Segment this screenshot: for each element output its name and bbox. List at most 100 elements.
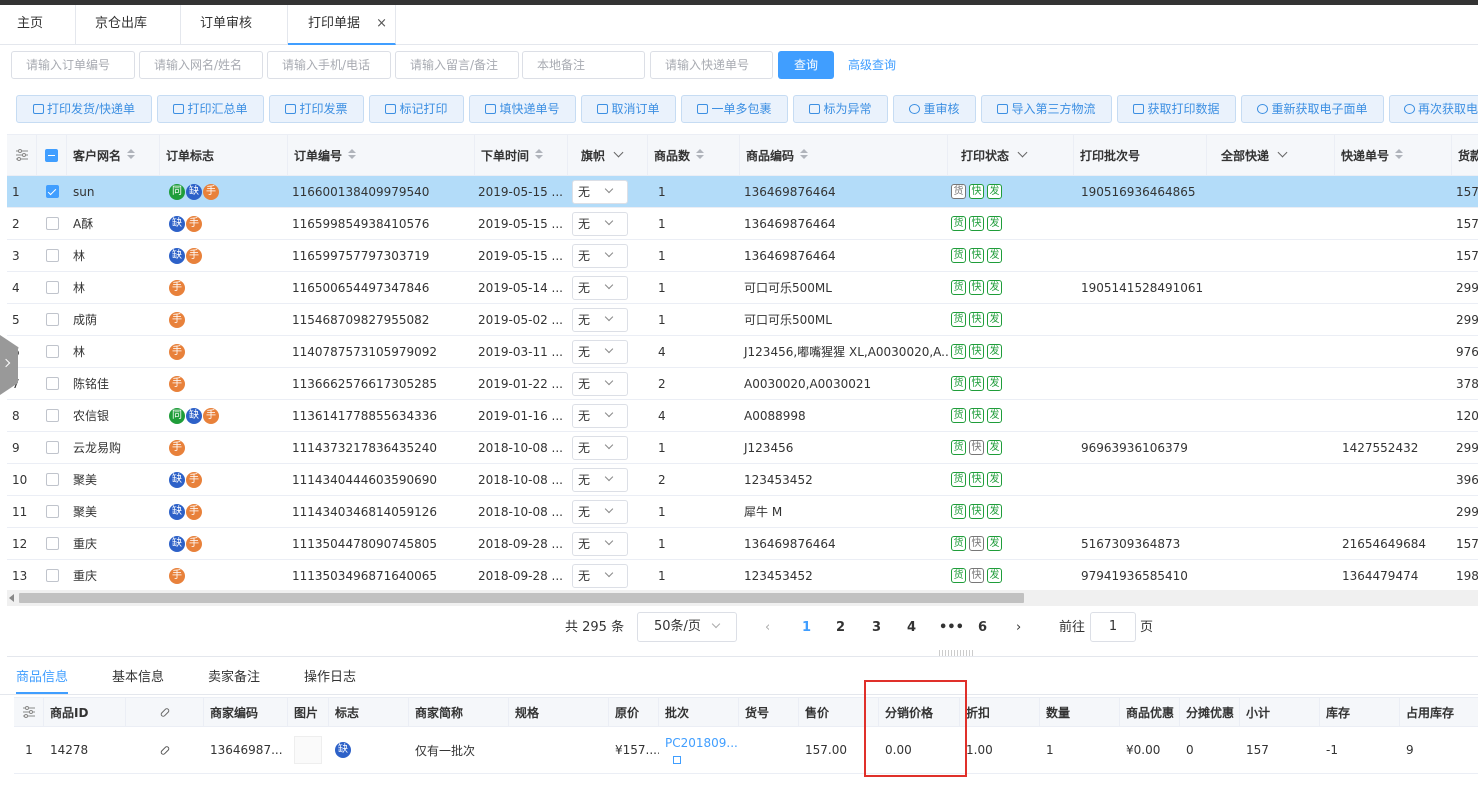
reget-waybill-button[interactable]: 重新获取电子面单 bbox=[1241, 95, 1384, 123]
external-link-icon[interactable] bbox=[673, 756, 681, 764]
table-row[interactable]: 11 聚美 缺手 111434034681405912​6 2018-10-08 ...… bbox=[7, 496, 1478, 528]
horizontal-scrollbar[interactable] bbox=[7, 590, 1478, 606]
col-code[interactable]: 商品编码 bbox=[740, 135, 948, 175]
select-all-checkbox[interactable] bbox=[37, 135, 67, 175]
advanced-query-link[interactable]: 高级查询 bbox=[842, 51, 902, 79]
close-icon[interactable]: × bbox=[376, 5, 387, 43]
col-banner[interactable]: 旗帜 bbox=[568, 135, 648, 175]
row-checkbox[interactable] bbox=[45, 473, 59, 486]
query-button[interactable]: 查询 bbox=[778, 51, 834, 79]
batch-link[interactable]: PC201809... bbox=[665, 736, 738, 750]
goto-page-input[interactable]: 1 bbox=[1090, 612, 1136, 642]
page-1[interactable]: 1 bbox=[802, 612, 811, 644]
column-settings-icon[interactable] bbox=[7, 135, 37, 175]
tab-home[interactable]: 主页 bbox=[0, 5, 76, 45]
tab-print-docs[interactable]: 打印单据 × bbox=[288, 5, 396, 45]
col-express-no[interactable]: 快递单号 bbox=[1335, 135, 1452, 175]
cancel-order-button[interactable]: 取消订单 bbox=[581, 95, 676, 123]
page-2[interactable]: 2 bbox=[836, 612, 845, 644]
banner-select[interactable]: 无 bbox=[572, 499, 628, 524]
fill-express-no-button[interactable]: 填快递单号 bbox=[469, 95, 576, 123]
scrollbar-thumb[interactable] bbox=[19, 593, 1024, 603]
row-checkbox[interactable] bbox=[45, 537, 59, 550]
sort-icon[interactable] bbox=[535, 149, 544, 159]
row-checkbox[interactable] bbox=[45, 345, 59, 358]
col-express[interactable]: 全部快递 bbox=[1207, 135, 1335, 175]
col-time[interactable]: 下单时间 bbox=[475, 135, 568, 175]
row-checkbox[interactable] bbox=[45, 409, 59, 422]
banner-select[interactable]: 无 bbox=[572, 467, 628, 492]
panel-divider[interactable] bbox=[7, 650, 1478, 657]
get-print-data-button[interactable]: 获取打印数据 bbox=[1117, 95, 1236, 123]
row-checkbox[interactable] bbox=[45, 441, 59, 454]
product-thumbnail[interactable] bbox=[288, 727, 329, 773]
local-remark-input[interactable]: 本地备注 bbox=[522, 51, 645, 79]
col-qty[interactable]: 商品数 bbox=[648, 135, 740, 175]
table-row[interactable]: 6林手114078757310597909​22019-03-11 ...无4J… bbox=[7, 336, 1478, 368]
sort-icon[interactable] bbox=[696, 149, 705, 159]
phone-input[interactable]: 请输入手机/电话 bbox=[267, 51, 391, 79]
chevron-down-icon[interactable] bbox=[1017, 147, 1028, 157]
page-ellipsis[interactable]: ••• bbox=[939, 612, 964, 644]
column-settings-icon[interactable] bbox=[14, 698, 44, 726]
banner-select[interactable]: 无 bbox=[572, 531, 628, 556]
page-6[interactable]: 6 bbox=[978, 612, 987, 644]
next-page-button[interactable]: › bbox=[1016, 612, 1021, 644]
sort-icon[interactable] bbox=[348, 149, 357, 159]
multi-package-button[interactable]: 一单多包裹 bbox=[681, 95, 788, 123]
table-row[interactable]: 7陈铭佳手113666257661730528​52019-01-22 ...无… bbox=[7, 368, 1478, 400]
goods-row[interactable]: 1 14278 13646987... 缺 仅有一批次 ¥157.... PC2… bbox=[14, 727, 1478, 774]
row-checkbox[interactable] bbox=[45, 313, 59, 326]
sort-icon[interactable] bbox=[127, 149, 136, 159]
table-row[interactable]: 1 sun 同缺手 116600138409979540 2019-05-15 ... 无… bbox=[7, 176, 1478, 208]
row-checkbox[interactable] bbox=[45, 185, 59, 198]
banner-select[interactable]: 无 bbox=[572, 371, 628, 396]
mark-printed-button[interactable]: 标记打印 bbox=[369, 95, 464, 123]
remark-input[interactable]: 请输入留言/备注 bbox=[395, 51, 519, 79]
banner-select[interactable]: 无 bbox=[572, 275, 628, 300]
table-row[interactable]: 9 云龙易购 手 111437321783643524​0 2018-10-08 ...… bbox=[7, 432, 1478, 464]
drag-handle-icon[interactable] bbox=[939, 650, 975, 656]
banner-select[interactable]: 无 bbox=[572, 435, 628, 460]
page-4[interactable]: 4 bbox=[907, 612, 916, 644]
col-order-no[interactable]: 订单编号 bbox=[288, 135, 475, 175]
chevron-down-icon[interactable] bbox=[1277, 147, 1288, 157]
banner-select[interactable]: 无 bbox=[572, 339, 628, 364]
tab-basic-info[interactable]: 基本信息 bbox=[112, 661, 164, 694]
table-row[interactable]: 13 重庆 手 111350349687164006​5 2018-09-28 ... 无… bbox=[7, 560, 1478, 590]
tab-jd-warehouse[interactable]: 京仓出库 bbox=[76, 5, 181, 45]
table-row[interactable]: 8 农信银 同缺手 113614177885563433​6 2019-01-16 ..… bbox=[7, 400, 1478, 432]
banner-select[interactable]: 无 bbox=[572, 307, 628, 332]
tab-operation-log[interactable]: 操作日志 bbox=[304, 661, 356, 694]
col-customer[interactable]: 客户网名 bbox=[67, 135, 160, 175]
page-3[interactable]: 3 bbox=[872, 612, 881, 644]
table-row[interactable]: 2 A酥 缺手 116599854938410576 2019-05-15 ... 无 1 1… bbox=[7, 208, 1478, 240]
table-row[interactable]: 3 林 缺手 116599757797303719 2019-05-15 ... 无 1 13… bbox=[7, 240, 1478, 272]
chevron-down-icon[interactable] bbox=[613, 147, 624, 157]
regain-button[interactable]: 再次获取电 bbox=[1389, 95, 1478, 123]
table-row[interactable]: 5 成荫 手 115468709827955082 2019-05-02 ... 无 1 可口… bbox=[7, 304, 1478, 336]
re-review-button[interactable]: 重审核 bbox=[893, 95, 976, 123]
tab-goods-info[interactable]: 商品信息 bbox=[16, 661, 69, 694]
row-checkbox[interactable] bbox=[45, 505, 59, 518]
table-row[interactable]: 10 聚美 缺手 111434044460359069​0 2018-10-08 ...… bbox=[7, 464, 1478, 496]
banner-select[interactable]: 无 bbox=[572, 403, 628, 428]
sort-icon[interactable] bbox=[800, 149, 809, 159]
banner-select[interactable]: 无 bbox=[572, 179, 628, 204]
express-no-input[interactable]: 请输入快递单号 bbox=[650, 51, 773, 79]
order-no-input[interactable]: 请输入订单编号 bbox=[11, 51, 135, 79]
scroll-left-arrow[interactable] bbox=[9, 594, 14, 602]
table-row[interactable]: 12 重庆 缺手 111350447809074580​5 2018-09-28 ...… bbox=[7, 528, 1478, 560]
col-print-status[interactable]: 打印状态 bbox=[948, 135, 1074, 175]
row-checkbox[interactable] bbox=[45, 377, 59, 390]
row-checkbox[interactable] bbox=[45, 281, 59, 294]
print-summary-button[interactable]: 打印汇总单 bbox=[157, 95, 264, 123]
name-input[interactable]: 请输入网名/姓名 bbox=[139, 51, 263, 79]
tab-order-review[interactable]: 订单审核 bbox=[181, 5, 288, 45]
page-size-select[interactable]: 50条/页 bbox=[637, 612, 737, 642]
link-icon[interactable] bbox=[126, 727, 204, 773]
prev-page-button[interactable]: ‹ bbox=[765, 612, 770, 644]
row-checkbox[interactable] bbox=[45, 249, 59, 262]
print-invoice-button[interactable]: 打印发票 bbox=[269, 95, 364, 123]
import-logistics-button[interactable]: 导入第三方物流 bbox=[981, 95, 1112, 123]
